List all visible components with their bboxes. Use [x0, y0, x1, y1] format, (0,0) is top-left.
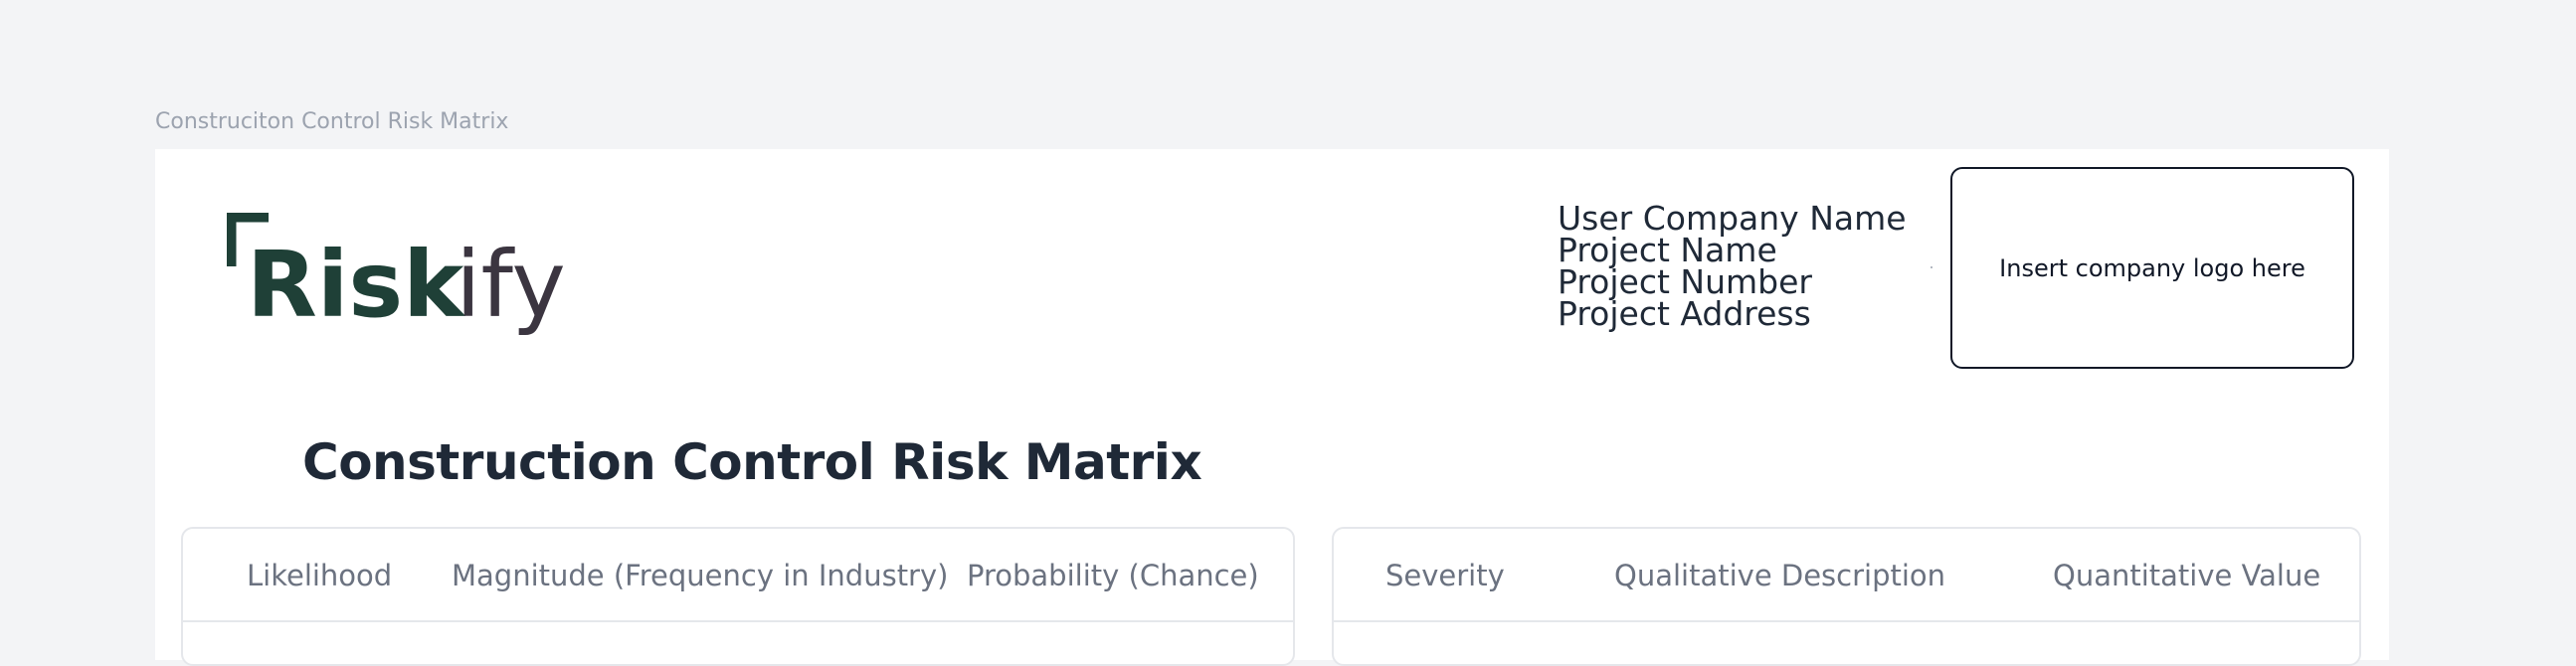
project-info-block: User Company Name Project Name Project N…: [1558, 202, 1907, 333]
riskify-logo: Risk ify: [225, 211, 585, 344]
frame-label: Construciton Control Risk Matrix: [155, 109, 509, 134]
svg-text:ify: ify: [456, 232, 566, 338]
company-logo-placeholder-text: Insert company logo here: [1999, 253, 2305, 282]
severity-table: Severity Qualitative Description Quantit…: [1332, 527, 2361, 666]
column-header-magnitude: Magnitude (Frequency in Industry): [452, 559, 949, 592]
column-header-probability: Probability (Chance): [967, 559, 1259, 592]
column-header-likelihood: Likelihood: [247, 559, 393, 592]
company-logo-placeholder[interactable]: Insert company logo here: [1950, 167, 2354, 369]
severity-table-header: Severity Qualitative Description Quantit…: [1334, 529, 2359, 622]
column-header-severity: Severity: [1385, 559, 1505, 592]
separator-dot: [1931, 266, 1932, 268]
project-address: Project Address: [1558, 294, 1811, 333]
page-title: Construction Control Risk Matrix: [302, 433, 1202, 491]
risk-matrix-page: Risk ify User Company Name Project Name …: [155, 149, 2389, 666]
column-header-quantitative: Quantitative Value: [2053, 559, 2321, 592]
likelihood-table: Likelihood Magnitude (Frequency in Indus…: [181, 527, 1295, 666]
column-header-qualitative: Qualitative Description: [1614, 559, 1946, 592]
likelihood-table-header: Likelihood Magnitude (Frequency in Indus…: [183, 529, 1293, 622]
svg-text:Risk: Risk: [247, 232, 465, 338]
